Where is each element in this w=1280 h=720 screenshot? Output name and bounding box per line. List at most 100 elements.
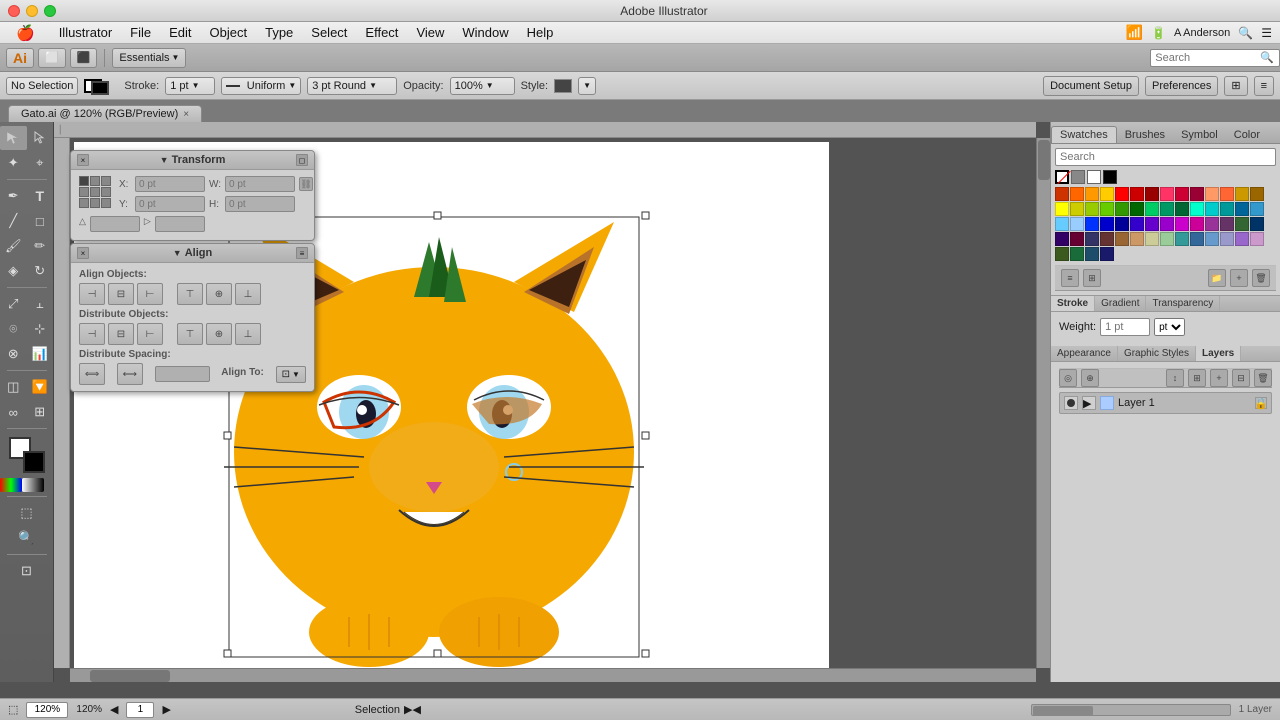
stroke-weight-input[interactable]: 1 pt ▼ xyxy=(165,77,215,95)
document-tab[interactable]: Gato.ai @ 120% (RGB/Preview) × xyxy=(8,105,202,122)
lasso-tool[interactable]: ⌖ xyxy=(27,151,54,175)
swatch-item[interactable] xyxy=(1250,232,1264,246)
swatch-item[interactable] xyxy=(1115,232,1129,246)
stroke-round-dropdown[interactable]: 3 pt Round ▼ xyxy=(307,77,397,95)
swatch-item[interactable] xyxy=(1220,217,1234,231)
swatch-item[interactable] xyxy=(1055,202,1069,216)
vertical-scroll-thumb[interactable] xyxy=(1038,140,1050,180)
style-dropdown[interactable]: ▼ xyxy=(578,77,596,95)
align-options-button[interactable]: ≡ xyxy=(296,247,308,259)
dist-top-button[interactable]: ⊤ xyxy=(177,323,203,345)
arrangement2-button[interactable]: ⬛ xyxy=(70,48,98,68)
options-more-button[interactable]: ≡ xyxy=(1254,76,1274,96)
swatch-item[interactable] xyxy=(1130,187,1144,201)
stroke-style-dropdown[interactable]: Uniform ▼ xyxy=(221,77,301,95)
swatch-item[interactable] xyxy=(1145,232,1159,246)
swatch-item[interactable] xyxy=(1055,187,1069,201)
status-scroll-track[interactable] xyxy=(1031,704,1231,716)
swatch-item[interactable] xyxy=(1055,232,1069,246)
dist-bottom-button[interactable]: ⊥ xyxy=(235,323,261,345)
white-swatch[interactable] xyxy=(1087,170,1101,184)
style-swatch[interactable] xyxy=(554,79,572,93)
color-tab[interactable]: Color xyxy=(1226,127,1268,143)
eyedropper-tool[interactable]: 🔽 xyxy=(27,375,54,399)
angle-input[interactable] xyxy=(90,216,140,232)
layer-item[interactable]: ▶ Layer 1 🔒 xyxy=(1059,392,1272,414)
nav-right-icon[interactable]: ▶ xyxy=(162,703,170,716)
move-selection-icon[interactable]: ↕ xyxy=(1166,369,1184,387)
brushes-tab[interactable]: Brushes xyxy=(1117,127,1173,143)
swatch-item[interactable] xyxy=(1205,217,1219,231)
swatch-item[interactable] xyxy=(1145,217,1159,231)
delete-swatch-icon[interactable]: 🗑 xyxy=(1252,269,1270,287)
menu-edit[interactable]: Edit xyxy=(161,23,199,42)
new-swatch-icon[interactable]: + xyxy=(1230,269,1248,287)
x-input[interactable] xyxy=(135,176,205,192)
menu-illustrator[interactable]: Illustrator xyxy=(51,23,120,42)
swatch-item[interactable] xyxy=(1190,202,1204,216)
ref-point-br[interactable] xyxy=(101,198,111,208)
ref-point-bc[interactable] xyxy=(90,198,100,208)
swatch-item[interactable] xyxy=(1100,217,1114,231)
show-swatch-kinds-icon[interactable]: ⊞ xyxy=(1083,269,1101,287)
search-icon[interactable]: 🔍 xyxy=(1260,51,1274,64)
swatch-item[interactable] xyxy=(1235,202,1249,216)
close-button[interactable] xyxy=(8,5,20,17)
align-collapse-icon[interactable]: ▼ xyxy=(173,248,182,258)
swatch-item[interactable] xyxy=(1160,187,1174,201)
swatch-item[interactable] xyxy=(1250,217,1264,231)
swatch-item[interactable] xyxy=(1190,187,1204,201)
stroke-swatch[interactable] xyxy=(91,81,109,95)
swatch-item[interactable] xyxy=(1235,232,1249,246)
gradient-tool[interactable]: ◫ xyxy=(0,375,27,399)
align-close-button[interactable]: × xyxy=(77,247,89,259)
graphic-styles-tab[interactable]: Graphic Styles xyxy=(1118,346,1196,361)
swatch-item[interactable] xyxy=(1175,217,1189,231)
pen-tool[interactable]: ✒ xyxy=(0,184,27,208)
new-layer-icon[interactable]: + xyxy=(1210,369,1228,387)
swatch-item[interactable] xyxy=(1130,232,1144,246)
collect-icon[interactable]: ⊞ xyxy=(1188,369,1206,387)
dist-right-button[interactable]: ⊢ xyxy=(137,323,163,345)
align-to-dropdown[interactable]: ⊡ ▼ xyxy=(276,366,306,383)
scale-tool[interactable]: ⤢ xyxy=(0,292,27,316)
preferences-button[interactable]: Preferences xyxy=(1145,76,1218,96)
swatch-item[interactable] xyxy=(1070,247,1084,261)
swatch-item[interactable] xyxy=(1100,247,1114,261)
align-top-button[interactable]: ⊤ xyxy=(177,283,203,305)
swatch-item[interactable] xyxy=(1070,232,1084,246)
registration-swatch[interactable] xyxy=(1071,170,1085,184)
transparency-tab[interactable]: Transparency xyxy=(1146,296,1220,311)
paintbrush-tool[interactable]: 🖌 xyxy=(0,234,27,258)
blend-tool[interactable]: ∞ xyxy=(0,400,27,424)
new-sublayer-icon[interactable]: ⊟ xyxy=(1232,369,1250,387)
align-center-h-button[interactable]: ⊟ xyxy=(108,283,134,305)
swatch-item[interactable] xyxy=(1145,187,1159,201)
traffic-lights[interactable] xyxy=(8,5,56,17)
ref-point-mc[interactable] xyxy=(90,187,100,197)
swatch-item[interactable] xyxy=(1130,202,1144,216)
transform-expand-button[interactable]: ◻ xyxy=(296,154,308,166)
swatch-item[interactable] xyxy=(1175,202,1189,216)
align-right-button[interactable]: ⊢ xyxy=(137,283,163,305)
status-play-icon[interactable]: ▶ xyxy=(404,703,412,716)
swatch-item[interactable] xyxy=(1070,202,1084,216)
layer-lock-toggle[interactable]: 🔒 xyxy=(1255,397,1267,409)
arrange-button[interactable]: ⊞ xyxy=(1224,76,1247,96)
swatch-item[interactable] xyxy=(1130,217,1144,231)
ref-point-tr[interactable] xyxy=(101,176,111,186)
transform-collapse-icon[interactable]: ▼ xyxy=(160,155,169,165)
swatch-item[interactable] xyxy=(1220,232,1234,246)
spacing-input[interactable] xyxy=(155,366,210,382)
new-color-group-icon[interactable]: 📁 xyxy=(1208,269,1226,287)
swatch-item[interactable] xyxy=(1160,217,1174,231)
vertical-scrollbar[interactable] xyxy=(1036,138,1050,668)
zoom-tool[interactable]: 🔍 xyxy=(13,526,40,550)
align-panel-header[interactable]: × ▼ Align ≡ xyxy=(71,244,314,263)
swatch-item[interactable] xyxy=(1055,247,1069,261)
swatch-item[interactable] xyxy=(1145,202,1159,216)
swatch-item[interactable] xyxy=(1235,187,1249,201)
menu-window[interactable]: Window xyxy=(454,23,516,42)
selection-tool[interactable] xyxy=(0,126,27,150)
transform-panel-header[interactable]: × ▼ Transform ◻ xyxy=(71,151,314,170)
